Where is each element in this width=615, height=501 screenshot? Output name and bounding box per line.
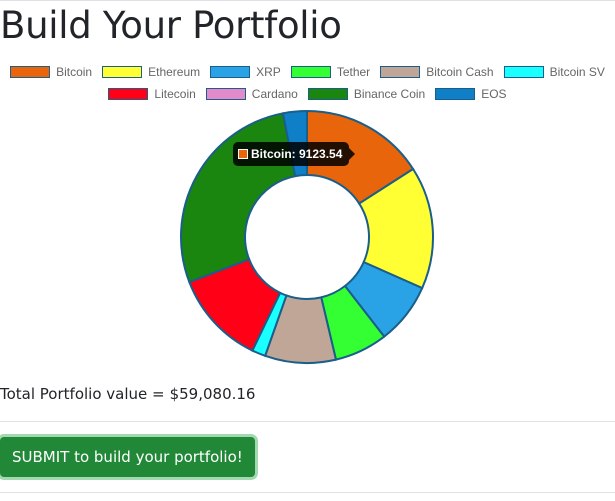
total-portfolio-value: Total Portfolio value = $59,080.16 [0, 384, 255, 404]
donut-slice-binance-coin[interactable] [180, 112, 297, 284]
bottom-divider [0, 492, 615, 493]
total-value: $59,080.16 [169, 385, 256, 403]
tooltip-label: Bitcoin: 9123.54 [251, 147, 343, 161]
total-label: Total Portfolio value = [0, 385, 165, 403]
portfolio-donut-chart [180, 109, 434, 364]
submit-button[interactable]: SUBMIT to build your portfolio! [0, 437, 255, 477]
tooltip-swatch [238, 149, 248, 159]
chart-tooltip: Bitcoin: 9123.54 [233, 142, 356, 166]
mid-divider [0, 421, 615, 422]
